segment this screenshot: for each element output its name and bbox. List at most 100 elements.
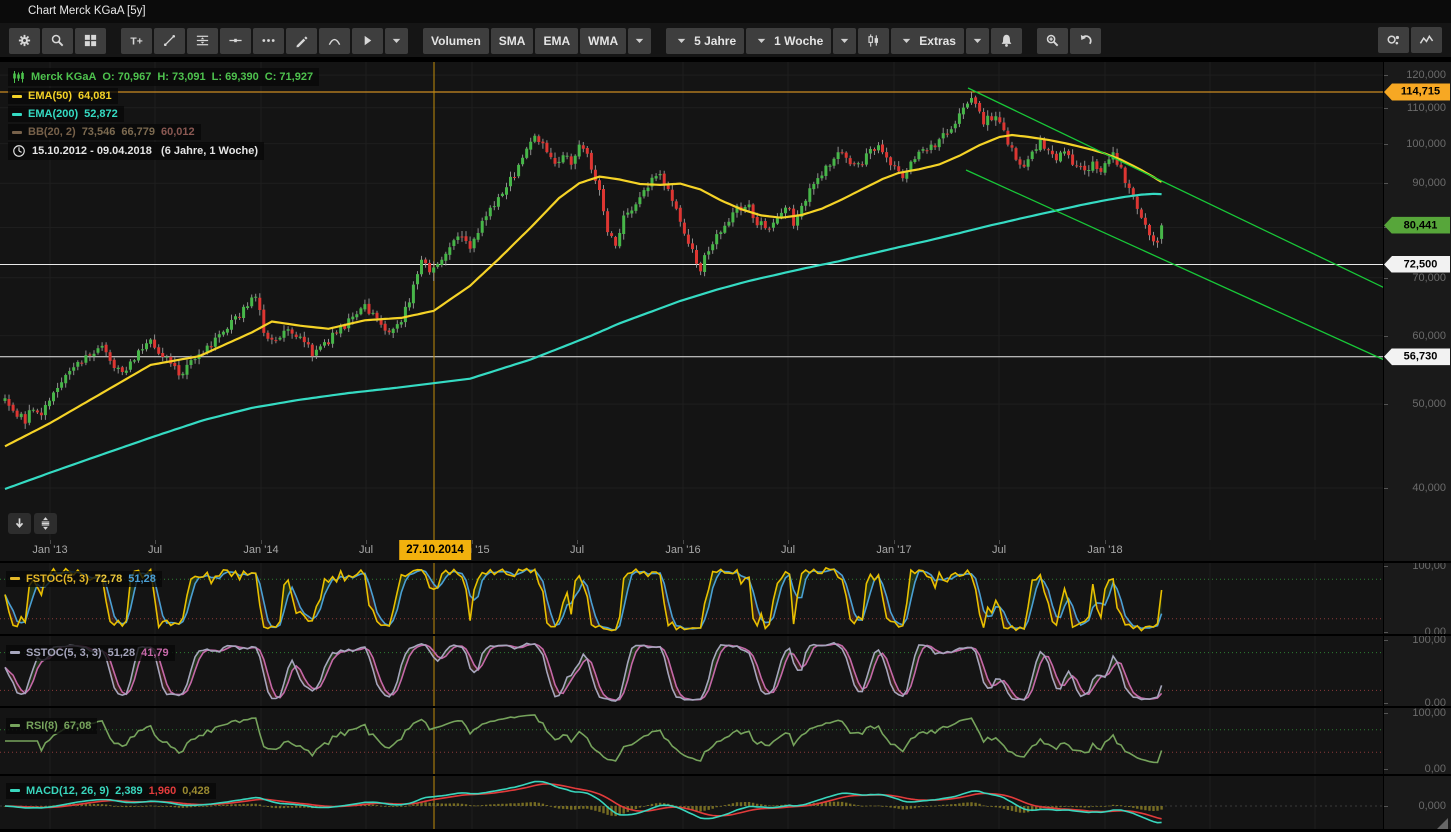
fibonacci-tool-button[interactable] — [187, 28, 218, 54]
horizontal-line-tool-button[interactable] — [220, 28, 251, 54]
y-axis-label: 110,000 — [1407, 102, 1446, 114]
sma-button[interactable]: SMA — [491, 28, 534, 54]
fstoc-value: 51,28 — [128, 573, 156, 585]
caret-icon — [389, 33, 404, 48]
macd-label: MACD(12, 26, 9) — [26, 785, 109, 797]
bubbles-button[interactable] — [1378, 27, 1409, 53]
hline-icon — [228, 33, 243, 48]
rsi-swatch — [10, 724, 20, 727]
sstoc-value: 41,79 — [141, 647, 169, 659]
fstoc-legend: FSTOC(5, 3) 72,78 51,28 — [6, 567, 162, 587]
x-axis-label: Jan '14 — [243, 544, 278, 556]
ema-button-label: EMA — [543, 34, 570, 48]
y-axis-label: 70,000 — [1412, 272, 1446, 284]
caret-icon — [674, 33, 689, 48]
dotted-line-tool-button[interactable] — [253, 28, 284, 54]
instrument-name: Merck KGaA — [31, 71, 96, 83]
y-tick — [1384, 769, 1388, 770]
text-tool-button[interactable]: T+ — [121, 28, 152, 54]
alerts-button[interactable] — [991, 28, 1022, 54]
pointer-tool-button[interactable] — [352, 28, 383, 54]
overlay-value: 60,012 — [161, 126, 195, 138]
window-title: Chart Merck KGaA [5y] — [28, 5, 146, 17]
bubbles-icon — [1386, 33, 1401, 48]
fstoc-label: FSTOC(5, 3) — [26, 573, 89, 585]
price-badge: 56,730 — [1384, 348, 1450, 365]
price-badge: 80,441 — [1384, 217, 1450, 234]
bell-icon — [999, 33, 1014, 48]
arc-tool-button[interactable] — [319, 28, 350, 54]
trendline-tool-button[interactable] — [154, 28, 185, 54]
y-tick — [1384, 806, 1388, 807]
y-axis-label: 0,000 — [1418, 800, 1446, 812]
y-tick — [1384, 703, 1388, 704]
search-button[interactable] — [42, 28, 73, 54]
settings-button[interactable] — [9, 28, 40, 54]
interval-more-button[interactable] — [833, 28, 856, 54]
sstoc-legend: SSTOC(5, 3, 3)51,2841,79 — [6, 641, 175, 661]
wma-button[interactable]: WMA — [580, 28, 626, 54]
sparkline-button[interactable] — [1411, 27, 1442, 53]
y-tick — [1384, 144, 1388, 145]
y-axis-label: 50,000 — [1412, 398, 1446, 410]
x-axis-label: Jan '16 — [665, 544, 700, 556]
overlay-label: EMA(50) — [28, 90, 72, 102]
y-tick — [1384, 404, 1388, 405]
overlay-legend-1: EMA(200)52,872 — [8, 106, 124, 122]
y-axis-label: 120,000 — [1406, 69, 1446, 81]
x-axis-label: Jul — [570, 544, 584, 556]
fstoc-pane[interactable] — [0, 563, 1383, 634]
mini-candles-icon — [12, 70, 25, 84]
y-tick — [1384, 488, 1388, 489]
caret-icon — [970, 33, 985, 48]
dots-icon — [261, 33, 276, 48]
y-tick — [1384, 108, 1388, 109]
toolbar: T+ VolumenSMA EMA WMA 5 Jahre1 Woche Extras — [0, 23, 1451, 58]
freehand-tool-button[interactable] — [286, 28, 317, 54]
y-axis-label: 100,000 — [1406, 138, 1446, 150]
y-tick — [1384, 632, 1388, 633]
resize-handle[interactable] — [1437, 818, 1448, 829]
scroll-down-button[interactable] — [8, 513, 31, 534]
y-axis[interactable]: 120,000110,000100,00090,00080,00070,0006… — [1383, 62, 1451, 829]
candles-icon — [866, 33, 881, 48]
macd-value: 2,389 — [115, 785, 143, 797]
indicators-more-button[interactable] — [628, 28, 651, 54]
y-axis-label: 40,000 — [1412, 482, 1446, 494]
y-tick — [1384, 640, 1388, 641]
price-legend: Merck KGaAO: 70,967H: 73,091L: 69,390C: … — [8, 68, 319, 162]
range-select[interactable]: 5 Jahre — [666, 28, 744, 54]
rsi-value: 67,08 — [64, 720, 92, 732]
overlay-label: BB(20, 2) — [28, 126, 76, 138]
caret-icon — [754, 33, 769, 48]
ema-button[interactable]: EMA — [535, 28, 578, 54]
zoom-controls — [1036, 28, 1102, 54]
interval-select[interactable]: 1 Woche — [746, 28, 831, 54]
pane-separator — [0, 561, 1451, 563]
sstoc-pane[interactable] — [0, 636, 1383, 706]
gear-icon — [17, 33, 32, 48]
auto-fit-button[interactable] — [34, 513, 57, 534]
pointer-icon — [360, 33, 375, 48]
chart-type-button[interactable] — [858, 28, 889, 54]
y-tick — [1384, 336, 1388, 337]
ohlc-value: L: 69,390 — [212, 71, 259, 83]
extras-more-button[interactable] — [966, 28, 989, 54]
fstoc-value: 72,78 — [95, 573, 123, 585]
zoom-in-button[interactable] — [1037, 28, 1068, 54]
wma-button-label: WMA — [588, 34, 618, 48]
ohlc-value: H: 73,091 — [157, 71, 205, 83]
range-controls: 5 Jahre1 Woche Extras — [665, 28, 1023, 54]
volumen-button[interactable]: Volumen — [423, 28, 489, 54]
range-legend: 15.10.2012 - 09.04.2018 (6 Jahre, 1 Woch… — [8, 142, 264, 160]
x-axis[interactable]: Jan '13JulJan '14JulJan '15JulJan '16Jul… — [0, 540, 1383, 561]
sstoc-value: 51,28 — [108, 647, 136, 659]
undo-button[interactable] — [1070, 28, 1101, 54]
layout-grid-button[interactable] — [75, 28, 106, 54]
macd-value: 0,428 — [182, 785, 210, 797]
draw-tools-more-button[interactable] — [385, 28, 408, 54]
x-axis-label: Jul — [992, 544, 1006, 556]
rsi-pane[interactable] — [0, 708, 1383, 774]
extras-menu-button[interactable]: Extras — [891, 28, 964, 54]
clock-icon — [12, 144, 26, 158]
